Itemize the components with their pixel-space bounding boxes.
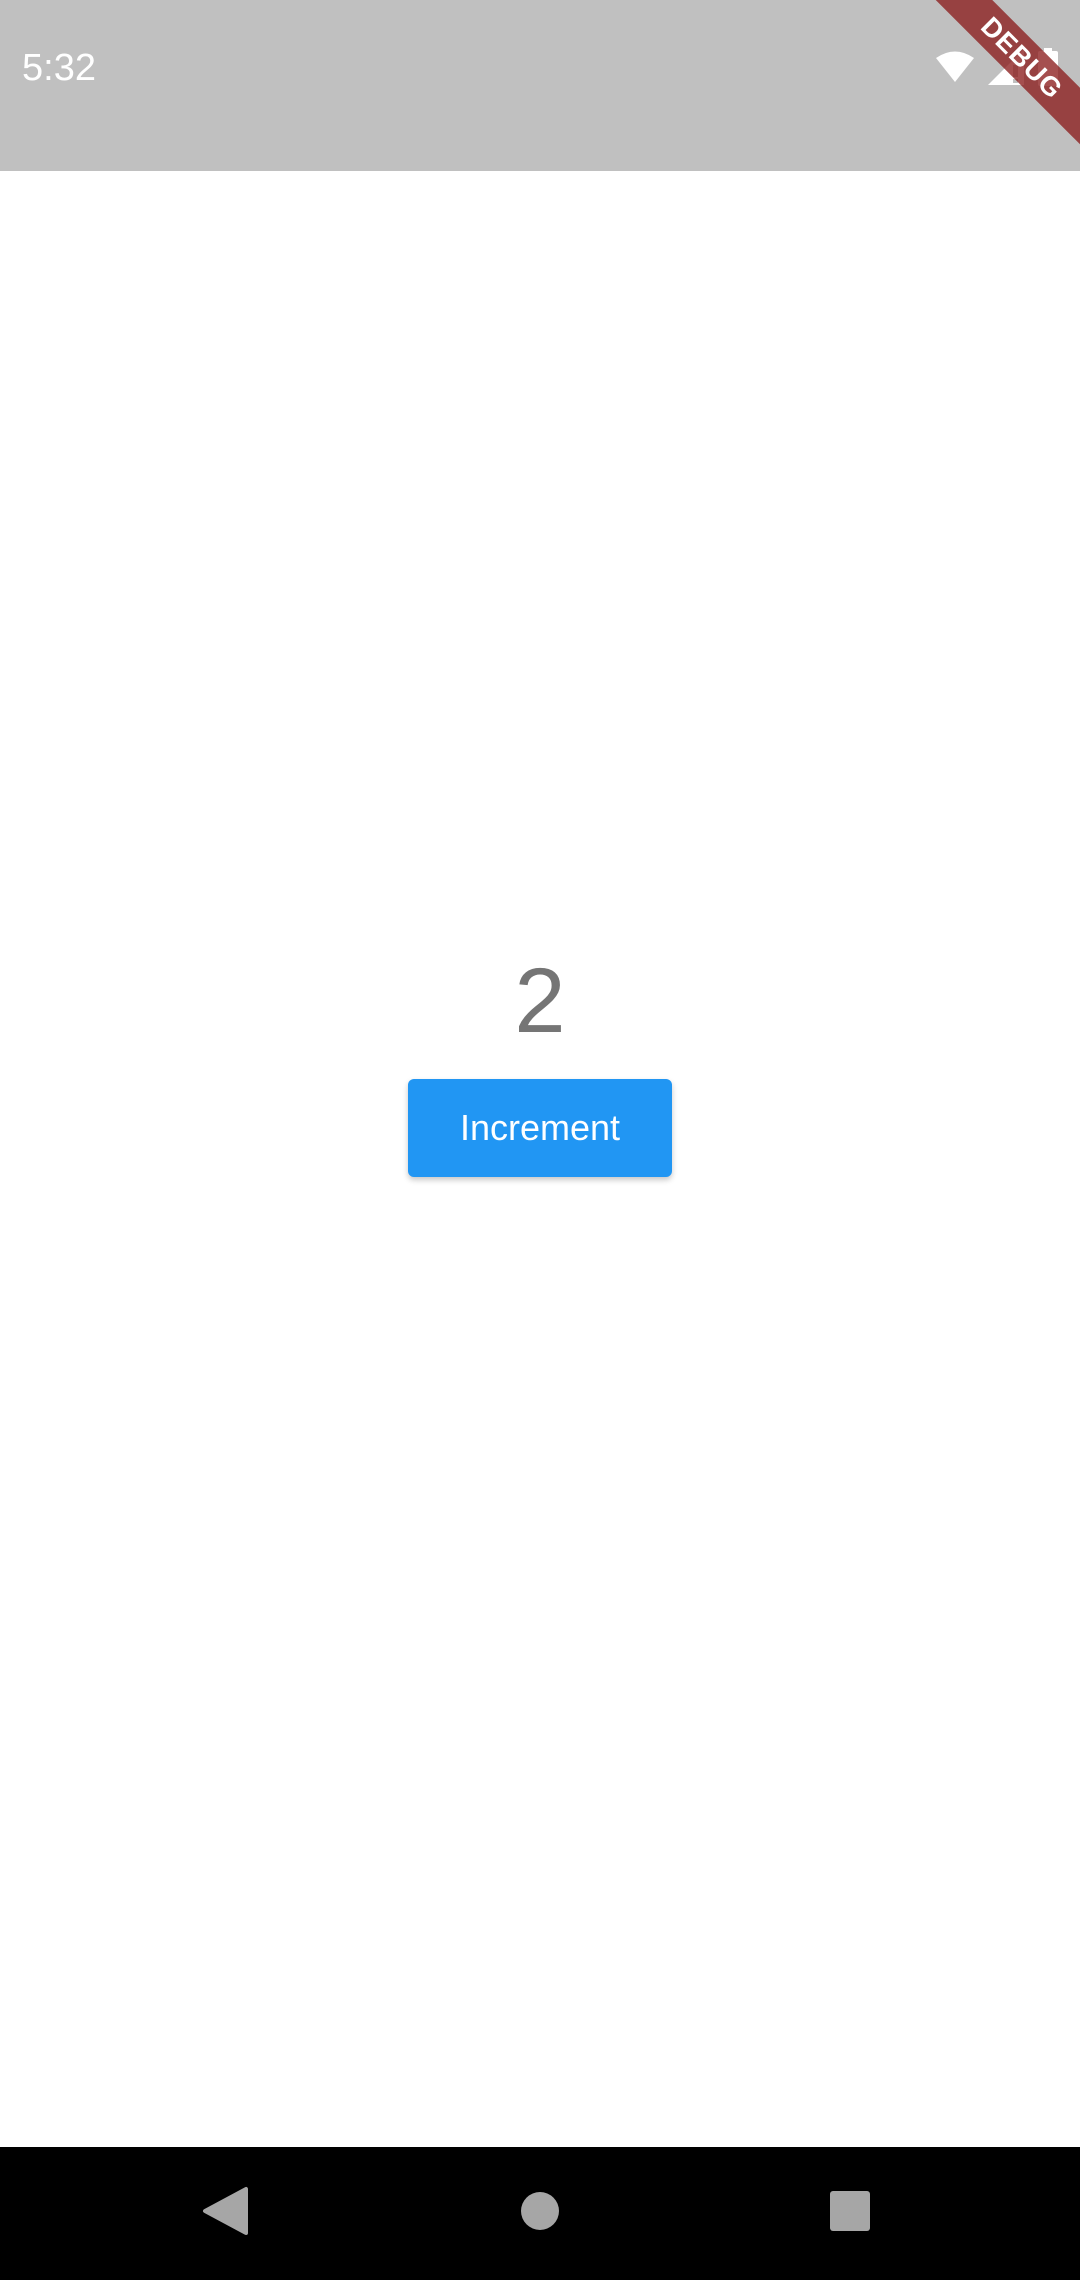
cellular-signal-icon: [988, 49, 1024, 85]
main-content: 2 Increment: [0, 171, 1080, 2147]
back-button[interactable]: [189, 2177, 261, 2249]
recents-icon: [829, 2190, 871, 2237]
wifi-icon: [936, 51, 974, 83]
battery-icon: [1038, 48, 1058, 86]
back-icon: [202, 2186, 248, 2241]
navigation-bar: [0, 2147, 1080, 2280]
counter-value: 2: [514, 950, 566, 1052]
recents-button[interactable]: [814, 2177, 886, 2249]
app-screen: 5:32 DEBUG 2 Increment: [0, 0, 1080, 2280]
status-time: 5:32: [22, 47, 96, 89]
status-icons: [936, 42, 1058, 92]
status-bar: 5:32: [0, 0, 1080, 171]
home-icon: [520, 2191, 560, 2236]
home-button[interactable]: [504, 2177, 576, 2249]
increment-button[interactable]: Increment: [408, 1079, 672, 1177]
